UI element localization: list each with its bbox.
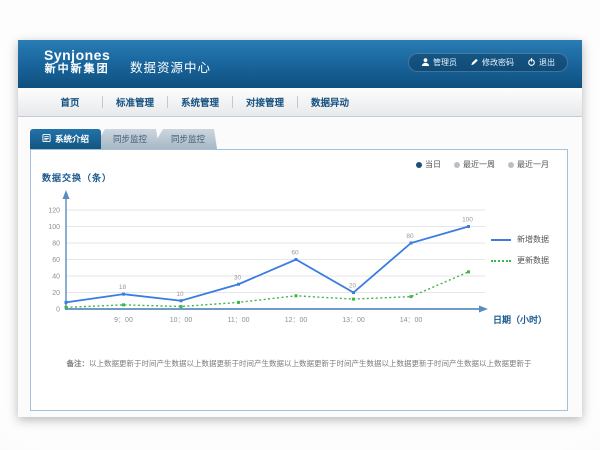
tab-bar: 系统介绍同步监控同步监控 — [30, 129, 217, 149]
main-nav: 首页标准管理系统管理对接管理数据异动 — [18, 88, 582, 117]
chart-legend: 新增数据更新数据 — [491, 234, 549, 266]
tab-2[interactable]: 同步监控 — [151, 129, 217, 149]
document-icon — [42, 133, 51, 145]
svg-text:13：00: 13：00 — [342, 317, 365, 324]
svg-text:11：00: 11：00 — [227, 317, 249, 324]
user-menu-item-change-password[interactable]: 修改密码 — [470, 57, 514, 69]
power-icon — [527, 57, 536, 69]
svg-text:10: 10 — [176, 291, 184, 298]
svg-text:12：00: 12：00 — [285, 317, 308, 324]
user-menu-item-logout[interactable]: 退出 — [527, 57, 555, 69]
chart-container: 0 20 40 60 80 100 120 9：00 10：00 11：00 12：00 13：00 1… — [37, 184, 567, 341]
svg-text:18: 18 — [119, 284, 127, 291]
brand-logo: Synjones 新中新集团 — [44, 47, 110, 76]
content-area: 系统介绍同步监控同步监控 当日最近一周最近一月 数据交换（条） 02040608… — [18, 117, 582, 417]
footnote: 备注：以上数据更新于时间产生数据以上数据更新于时间产生数据以上数据更新于时间产生… — [31, 358, 567, 369]
nav-item-2[interactable]: 系统管理 — [168, 95, 232, 109]
tab-0[interactable]: 系统介绍 — [30, 129, 101, 149]
radio-dot — [416, 162, 422, 168]
radio-option-1[interactable]: 最近一周 — [454, 159, 495, 170]
svg-text:100: 100 — [48, 224, 60, 231]
legend-item-0: 新增数据 — [491, 234, 549, 245]
legend-item-1: 更新数据 — [491, 255, 549, 266]
svg-text:30: 30 — [234, 274, 242, 281]
svg-text:60: 60 — [291, 250, 299, 257]
user-menu-item-admin[interactable]: 管理员 — [421, 57, 457, 69]
data-exchange-chart: 0 20 40 60 80 100 120 9：00 10：00 11：00 12：00 13：00 1… — [37, 184, 567, 336]
svg-text:40: 40 — [52, 274, 60, 281]
y-axis-title: 数据交换（条） — [42, 171, 112, 184]
svg-text:0: 0 — [56, 307, 60, 314]
svg-text:80: 80 — [52, 241, 60, 248]
nav-item-3[interactable]: 对接管理 — [233, 95, 297, 109]
nav-item-4[interactable]: 数据异动 — [298, 95, 362, 109]
radio-dot — [508, 162, 514, 168]
legend-swatch — [491, 239, 511, 241]
brand-logo-text: Synjones — [44, 47, 110, 63]
footnote-label: 备注： — [67, 359, 90, 368]
svg-text:80: 80 — [406, 233, 414, 240]
app-window: Synjones 新中新集团 数据资源中心 管理员修改密码退出 首页标准管理系统… — [18, 40, 582, 417]
svg-text:120: 120 — [48, 208, 60, 215]
date-range-filter: 当日 最近一周 最近一月 — [416, 159, 549, 170]
tab-1[interactable]: 同步监控 — [93, 129, 159, 149]
svg-text:20: 20 — [52, 290, 60, 297]
svg-text:60: 60 — [52, 257, 60, 264]
user-icon — [421, 57, 430, 69]
radio-dot — [454, 162, 460, 168]
radio-option-0[interactable]: 当日 — [416, 159, 441, 170]
svg-text:9：00: 9：00 — [114, 317, 133, 324]
svg-text:14：00: 14：00 — [400, 317, 423, 324]
nav-item-1[interactable]: 标准管理 — [103, 95, 167, 109]
legend-swatch — [491, 260, 511, 262]
radio-option-2[interactable]: 最近一月 — [508, 159, 549, 170]
svg-text:10：00: 10：00 — [170, 317, 193, 324]
app-title: 数据资源中心 — [130, 57, 211, 76]
system-intro-panel: 当日 最近一周 最近一月 数据交换（条） 0 20 40 60 80 100 120 9：00 10… — [30, 149, 568, 411]
nav-item-0[interactable]: 首页 — [38, 95, 102, 109]
svg-text:20: 20 — [349, 283, 357, 290]
app-header: Synjones 新中新集团 数据资源中心 管理员 修改密码 退出 — [18, 40, 582, 88]
edit-icon — [470, 57, 479, 69]
svg-text:日期（小时）: 日期（小时） — [493, 314, 547, 325]
user-menu: 管理员 修改密码 退出 — [408, 53, 568, 72]
brand-logo-subtext: 新中新集团 — [44, 63, 110, 76]
svg-text:100: 100 — [462, 217, 473, 224]
screen: Synjones 新中新集团 数据资源中心 管理员修改密码退出 首页标准管理系统… — [0, 0, 600, 450]
footnote-text: 以上数据更新于时间产生数据以上数据更新于时间产生数据以上数据更新于时间产生数据以… — [89, 359, 532, 368]
